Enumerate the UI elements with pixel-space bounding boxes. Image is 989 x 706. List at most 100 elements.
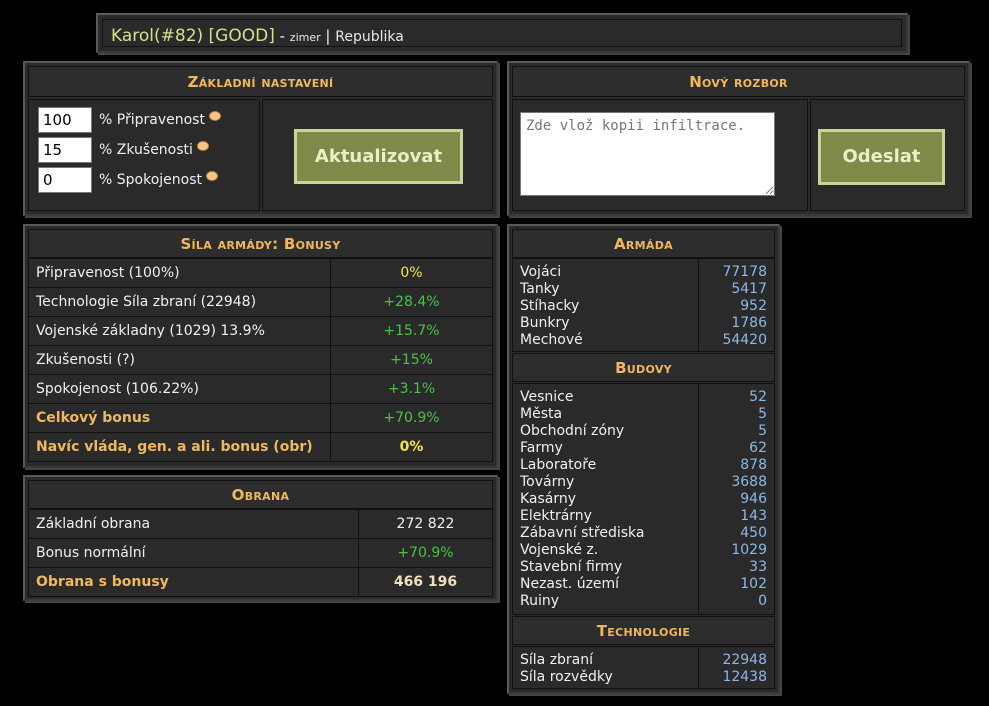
- building-label: Ruiny: [520, 593, 560, 609]
- building-label: Farmy: [520, 440, 563, 456]
- defense-value: 272 822: [358, 509, 493, 539]
- table-row: Navíc vláda, gen. a ali. bonus (obr) 0%: [28, 432, 493, 462]
- experience-input[interactable]: [38, 136, 92, 163]
- technology-title: Technologie: [512, 616, 775, 645]
- total-bonus-value: +70.9%: [330, 403, 493, 433]
- army-item-label: Mechové: [520, 332, 583, 348]
- bonus-value: +15%: [330, 345, 493, 375]
- technology-value: 22948: [722, 652, 767, 668]
- building-label: Laboratoře: [520, 457, 597, 473]
- readiness-label: % Připravenost: [99, 111, 205, 128]
- table-row: Základní obrana 272 822: [28, 509, 493, 539]
- army-item-label: Bunkry: [520, 315, 570, 331]
- table-row: Spokojenost (106.22%) +3.1%: [28, 374, 493, 404]
- buildings-list: Vesnice Města Obchodní zóny Farmy Labora…: [512, 383, 775, 615]
- update-button[interactable]: Aktualizovat: [294, 129, 463, 184]
- table-row: Vojenské základny (1029) 13.9% +15.7%: [28, 316, 493, 346]
- satisfaction-label: % Spokojenost: [99, 171, 202, 188]
- analysis-input-area: [512, 99, 808, 211]
- defense-label: Základní obrana: [28, 509, 359, 539]
- header-pipe: |: [320, 27, 336, 45]
- building-label: Stavební firmy: [520, 559, 623, 575]
- satisfaction-input[interactable]: [38, 166, 92, 193]
- table-row: Obrana s bonusy 466 196: [28, 567, 493, 597]
- defense-table: Základní obrana 272 822 Bonus normální +…: [28, 509, 493, 597]
- technology-label: Síla zbraní: [520, 652, 594, 668]
- new-analysis-title: Nový rozbor: [512, 66, 965, 97]
- army-title: Armáda: [512, 229, 775, 258]
- settings-actions: Aktualizovat: [262, 99, 493, 211]
- building-label: Továrny: [520, 474, 575, 490]
- defense-panel: Obrana Základní obrana 272 822 Bonus nor…: [23, 475, 498, 601]
- army-item-value: 1786: [731, 315, 767, 331]
- experience-row: % Zkušenosti: [38, 136, 209, 163]
- building-value: 52: [749, 389, 767, 405]
- extra-bonus-value: 0%: [330, 432, 493, 462]
- building-value: 62: [749, 440, 767, 456]
- header-separator: -: [274, 27, 290, 45]
- building-value: 143: [740, 508, 767, 524]
- building-label: Města: [520, 406, 563, 422]
- building-value: 946: [740, 491, 767, 507]
- army-bonus-title: Síla armády: Bonusy: [28, 229, 493, 258]
- building-value: 0: [758, 593, 767, 609]
- player-header: Karol(#82) [GOOD] - zimer | Republika: [96, 13, 908, 53]
- help-bubble-icon[interactable]: [208, 110, 221, 121]
- technology-label: Síla rozvědky: [520, 669, 613, 685]
- building-label: Nezast. území: [520, 576, 620, 592]
- army-bonus-panel: Síla armády: Bonusy Připravenost (100%) …: [23, 224, 498, 468]
- submit-button[interactable]: Odeslat: [818, 129, 945, 185]
- bonus-value: 0%: [330, 258, 493, 288]
- army-item-label: Tanky: [520, 281, 560, 297]
- satisfaction-row: % Spokojenost: [38, 166, 218, 193]
- infiltration-textarea[interactable]: [520, 112, 775, 196]
- extra-bonus-label: Navíc vláda, gen. a ali. bonus (obr): [28, 432, 331, 462]
- building-value: 1029: [731, 542, 767, 558]
- army-item-value: 952: [740, 298, 767, 314]
- defense-label: Bonus normální: [28, 538, 359, 568]
- building-value: 102: [740, 576, 767, 592]
- building-value: 3688: [731, 474, 767, 490]
- basic-settings-title: Základní nastavení: [28, 66, 493, 97]
- readiness-input[interactable]: [38, 106, 92, 133]
- help-bubble-icon[interactable]: [206, 170, 218, 181]
- bonus-label: Spokojenost (106.22%): [28, 374, 331, 404]
- readiness-row: % Připravenost: [38, 106, 221, 133]
- building-label: Kasárny: [520, 491, 577, 507]
- table-row: Technologie Síla zbraní (22948) +28.4%: [28, 287, 493, 317]
- building-value: 878: [740, 457, 767, 473]
- building-label: Elektrárny: [520, 508, 592, 524]
- army-item-value: 54420: [722, 332, 767, 348]
- army-item-label: Vojáci: [520, 264, 562, 280]
- building-label: Vesnice: [520, 389, 574, 405]
- player-name: Karol(#82) [GOOD]: [111, 26, 275, 46]
- analysis-actions: Odeslat: [810, 99, 965, 211]
- buildings-title: Budovy: [512, 353, 775, 382]
- building-value: 33: [749, 559, 767, 575]
- army-item-value: 5417: [731, 281, 767, 297]
- player-user: zimer: [289, 31, 321, 44]
- army-panel: Armáda Vojáci Tanky Stíhacky Bunkry Mech…: [507, 224, 780, 694]
- table-row: Zkušenosti (?) +15%: [28, 345, 493, 375]
- building-label: Zábavní střediska: [520, 525, 645, 541]
- new-analysis-panel: Nový rozbor Odeslat: [507, 61, 970, 216]
- building-value: 5: [758, 406, 767, 422]
- army-item-label: Stíhacky: [520, 298, 580, 314]
- table-row: Celkový bonus +70.9%: [28, 403, 493, 433]
- building-value: 450: [740, 525, 767, 541]
- defense-total-label: Obrana s bonusy: [28, 567, 359, 597]
- table-row: Bonus normální +70.9%: [28, 538, 493, 568]
- help-bubble-icon[interactable]: [196, 140, 209, 151]
- table-row: Připravenost (100%) 0%: [28, 258, 493, 288]
- bonus-label: Připravenost (100%): [28, 258, 331, 288]
- technology-list: Síla zbraní Síla rozvědky 22948 12438: [512, 646, 775, 689]
- building-label: Obchodní zóny: [520, 423, 625, 439]
- experience-label: % Zkušenosti: [99, 141, 193, 158]
- technology-value: 12438: [722, 669, 767, 685]
- defense-total-value: 466 196: [358, 567, 493, 597]
- settings-fields: % Připravenost % Zkušenosti % Spokojenos…: [28, 99, 260, 211]
- bonus-label: Vojenské základny (1029) 13.9%: [28, 316, 331, 346]
- bonus-table: Připravenost (100%) 0% Technologie Síla …: [28, 258, 493, 462]
- defense-value: +70.9%: [358, 538, 493, 568]
- army-list: Vojáci Tanky Stíhacky Bunkry Mechové 771…: [512, 258, 775, 352]
